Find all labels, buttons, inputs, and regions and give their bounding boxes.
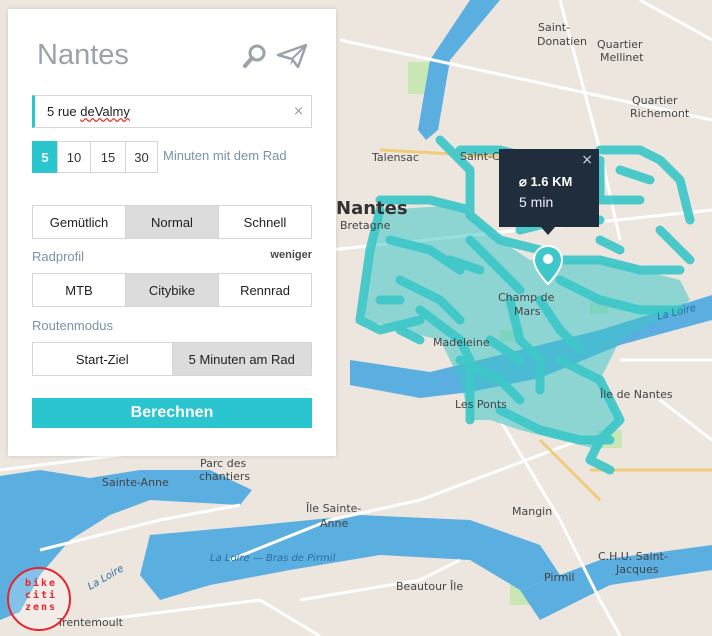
label-quartier-mellinet-2: Mellinet — [600, 51, 644, 64]
label-saint-donatien: Saint- — [538, 21, 570, 34]
label-saint-clement: Saint-Cl — [460, 150, 503, 163]
address-field[interactable]: 5 rue deValmy × — [32, 95, 312, 128]
mode-start-ziel-button[interactable]: Start-Ziel — [32, 342, 173, 376]
weniger-link[interactable]: weniger — [270, 249, 312, 261]
calculate-button[interactable]: Berechnen — [32, 398, 312, 428]
label-beautour: Beautour Île — [396, 580, 463, 593]
label-chu-2: Jacques — [615, 563, 659, 576]
minutes-suffix-label: Minuten mit dem Rad — [163, 148, 287, 163]
speed-normal-button[interactable]: Normal — [125, 205, 219, 239]
profile-rennrad-button[interactable]: Rennrad — [218, 273, 312, 307]
city-title: Nantes — [37, 39, 129, 71]
profile-citybike-button[interactable]: Citybike — [125, 273, 219, 307]
clear-icon[interactable]: × — [293, 104, 304, 119]
minutes-option-15[interactable]: 15 — [90, 141, 126, 173]
routenmodus-selector: Start-Ziel 5 Minuten am Rad — [32, 342, 312, 376]
routenmodus-label: Routenmodus — [32, 318, 113, 333]
popup-close-icon[interactable]: × — [581, 152, 593, 168]
logo-line-1: bike — [24, 578, 58, 589]
label-ile-sainte-anne-2: Anne — [320, 517, 348, 530]
label-parc-des-chantiers: Parc des — [200, 457, 246, 470]
isochrone-popup: × ⌀ 1.6 KM 5 min — [499, 149, 599, 227]
label-quartier-richemont-2: Richemont — [630, 107, 690, 120]
speed-schnell-button[interactable]: Schnell — [218, 205, 312, 239]
minutes-option-30[interactable]: 30 — [125, 141, 158, 173]
address-value-part1: 5 rue — [47, 104, 81, 119]
label-champ-de-mars-2: Mars — [514, 305, 541, 318]
label-pirmil: Pirmil — [544, 571, 575, 584]
label-quartier-mellinet: Quartier — [597, 38, 643, 51]
label-quartier-richemont: Quartier — [632, 94, 678, 107]
popup-distance: ⌀ 1.6 KM — [519, 174, 573, 189]
paper-plane-icon[interactable] — [276, 43, 308, 69]
logo-text: bike citi zens — [23, 578, 59, 614]
minutes-selector: 5 10 15 30 — [32, 141, 158, 173]
popup-tail — [541, 227, 555, 235]
label-talensac: Talensac — [371, 151, 419, 164]
label-champ-de-mars: Champ de — [498, 291, 555, 304]
minutes-option-5[interactable]: 5 — [32, 141, 58, 173]
radprofil-selector: MTB Citybike Rennrad — [32, 273, 312, 307]
search-icon[interactable] — [242, 43, 268, 69]
search-panel: Nantes 5 rue deValmy × 5 10 15 30 Minute… — [8, 9, 336, 456]
logo-line-2: citi — [24, 590, 58, 601]
profile-mtb-button[interactable]: MTB — [32, 273, 126, 307]
radprofil-label: Radprofil — [32, 249, 85, 264]
minutes-option-10[interactable]: 10 — [57, 141, 91, 173]
label-les-ponts: Les Ponts — [455, 398, 507, 411]
label-sainte-anne: Sainte-Anne — [102, 476, 169, 489]
label-saint-donatien-2: Donatien — [537, 35, 587, 48]
address-value-part2: deValmy — [80, 104, 130, 119]
mode-5-minuten-button[interactable]: 5 Minuten am Rad — [171, 342, 312, 376]
speed-selector: Gemütlich Normal Schnell — [32, 205, 312, 239]
label-ile-sainte-anne: Île Sainte- — [305, 502, 361, 515]
popup-time: 5 min — [519, 194, 554, 210]
label-parc-des-chantiers-2: chantiers — [199, 470, 250, 483]
address-value[interactable]: 5 rue deValmy — [47, 104, 130, 119]
bikecitizens-logo[interactable]: bike citi zens — [7, 567, 71, 631]
label-madeleine: Madeleine — [433, 336, 490, 349]
label-bretagne: Bretagne — [340, 219, 391, 232]
label-ile-de-nantes: Île de Nantes — [599, 388, 673, 401]
label-mangin: Mangin — [512, 505, 552, 518]
label-bras-de-pirmil: La Loire — Bras de Pirmil — [210, 553, 336, 564]
logo-line-3: zens — [24, 602, 58, 613]
speed-gemuetlich-button[interactable]: Gemütlich — [32, 205, 126, 239]
label-trentemoult: Trentemoult — [56, 616, 124, 629]
label-chu: C.H.U. Saint- — [598, 550, 668, 563]
label-nantes: Nantes — [336, 198, 408, 219]
